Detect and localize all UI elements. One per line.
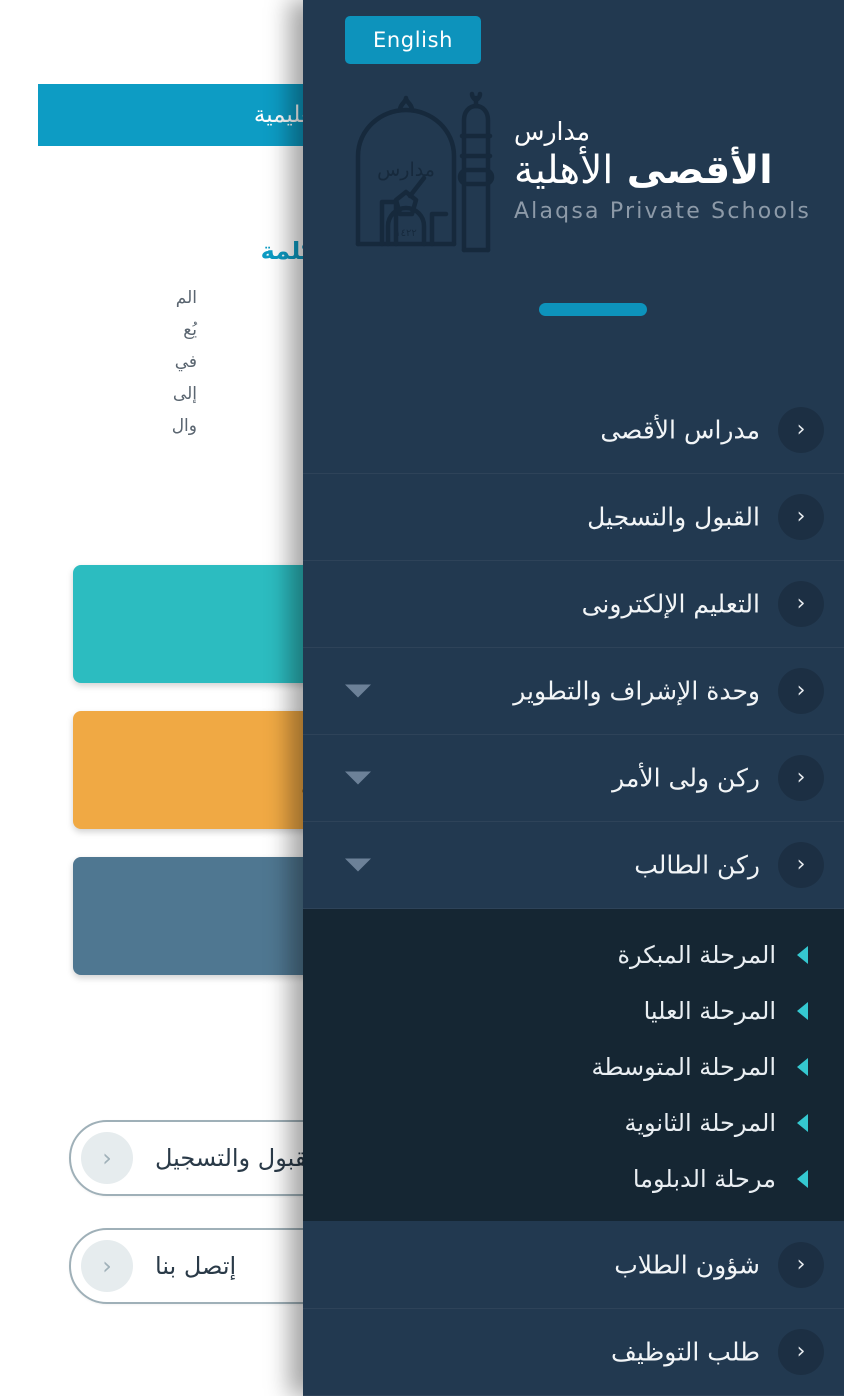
stage-card-title: المبكرة: [91, 594, 303, 625]
submenu-item-label: المرحلة العليا: [643, 997, 776, 1025]
quick-link-contact[interactable]: إتصل بنا ‹: [69, 1228, 303, 1304]
principal-message-text: الم يُع في إلى وال: [7, 287, 197, 447]
chevron-left-icon: ‹: [81, 1132, 133, 1184]
stage-card-early[interactable]: المبكرة المرحلة الإبتدائية: [73, 565, 303, 683]
menu-item-elearning[interactable]: ‹ التعليم الإلكترونى: [303, 561, 844, 648]
chevron-left-icon: ‹: [778, 407, 824, 453]
quick-link-label: القبول والتسجيل: [155, 1144, 303, 1172]
chevron-left-icon: ‹: [778, 494, 824, 540]
stage-card-subtitle: المرحلة الإبتدائية: [91, 628, 303, 654]
menu-item-student-affairs[interactable]: ‹ شؤون الطلاب: [303, 1221, 844, 1309]
stage-card-graduation[interactable]: [73, 857, 303, 975]
stage-card-middle[interactable]: المتوسطة دخول المرحلة المتوسطة: [73, 711, 303, 829]
chevron-left-icon: ‹: [778, 755, 824, 801]
language-switch-button[interactable]: English: [345, 16, 482, 64]
caret-down-icon[interactable]: [345, 771, 371, 785]
chevron-left-icon: ‹: [778, 842, 824, 888]
quick-link-admissions[interactable]: القبول والتسجيل ‹: [69, 1120, 303, 1196]
chevron-left-icon: ‹: [778, 668, 824, 714]
svg-text:مدارس: مدارس: [377, 159, 435, 181]
quick-link-label: إتصل بنا: [155, 1252, 237, 1280]
caret-left-icon: [797, 1002, 808, 1020]
menu-item-label: ركن ولى الأمر: [612, 763, 760, 793]
menu-item-label: شؤون الطلاب: [614, 1250, 760, 1280]
submenu-item-upper-stage[interactable]: المرحلة العليا: [303, 983, 844, 1039]
submenu-item-early-stage[interactable]: المرحلة المبكرة: [303, 927, 844, 983]
brand-arabic-small: مدارس: [513, 117, 590, 147]
caret-left-icon: [797, 1058, 808, 1076]
menu-item-supervision-development[interactable]: ‹ وحدة الإشراف والتطوير: [303, 648, 844, 735]
accent-divider: [539, 303, 647, 316]
chevron-left-icon: ‹: [778, 581, 824, 627]
student-corner-submenu: المرحلة المبكرة المرحلة العليا المرحلة ا…: [303, 909, 844, 1221]
svg-text:١٤٢٢: ١٤٢٢: [395, 228, 416, 239]
caret-left-icon: [797, 1170, 808, 1188]
menu-item-label: ركن الطالب: [634, 850, 760, 880]
stage-bar[interactable]: المراحل التعليمية: [38, 84, 303, 146]
menu-item-admissions[interactable]: ‹ القبول والتسجيل: [303, 474, 844, 561]
menu-item-parent-corner[interactable]: ‹ ركن ولى الأمر: [303, 735, 844, 822]
menu-item-employment-application[interactable]: ‹ طلب التوظيف: [303, 1309, 844, 1396]
submenu-item-label: المرحلة المبكرة: [617, 941, 776, 969]
submenu-item-label: مرحلة الدبلوما: [632, 1165, 776, 1193]
stage-card-title: المتوسطة: [91, 740, 303, 771]
navigation-drawer: English مدارس ١٤٢٢ مدارس الأقصى الأهلية …: [303, 0, 844, 1396]
drawer-header: English مدارس ١٤٢٢ مدارس الأقصى الأهلية …: [303, 0, 844, 386]
menu-item-label: القبول والتسجيل: [587, 502, 760, 532]
menu-item-label: مدراس الأقصى: [600, 415, 760, 445]
brand-arabic-main: الأقصى الأهلية: [514, 148, 811, 195]
drawer-menu-tail: ‹ شؤون الطلاب ‹ طلب التوظيف: [303, 1221, 844, 1396]
paragraph-line: إلى: [172, 383, 197, 404]
brand-arabic-bold: الأقصى: [626, 147, 773, 193]
stage-card-subtitle: دخول المرحلة المتوسطة: [91, 774, 303, 800]
submenu-item-label: المرحلة المتوسطة: [591, 1053, 776, 1081]
menu-item-label: التعليم الإلكترونى: [581, 589, 760, 619]
drawer-menu: ‹ مدراس الأقصى ‹ القبول والتسجيل ‹ التعل…: [303, 386, 844, 909]
menu-item-label: طلب التوظيف: [610, 1337, 760, 1367]
brand-english: Alaqsa Private Schools: [513, 198, 812, 224]
caret-left-icon: [797, 946, 808, 964]
menu-item-student-corner[interactable]: ‹ ركن الطالب: [303, 822, 844, 909]
caret-left-icon: [797, 1114, 808, 1132]
caret-down-icon[interactable]: [345, 684, 371, 698]
principal-message-title: كلمة: [260, 237, 303, 265]
menu-item-label: وحدة الإشراف والتطوير: [513, 676, 760, 706]
principal-message-block: كلمة الم يُع في إلى وال: [0, 225, 303, 525]
brand-block: مدارس ١٤٢٢ مدارس الأقصى الأهلية Alaqsa P…: [303, 82, 844, 258]
chevron-left-icon: ‹: [778, 1242, 824, 1288]
site-header: [0, 0, 303, 70]
quick-links: القبول والتسجيل ‹ إتصل بنا ‹: [0, 1120, 303, 1336]
brand-arabic-light: الأهلية: [513, 147, 614, 193]
menu-item-alaqsa-schools[interactable]: ‹ مدراس الأقصى: [303, 386, 844, 474]
stage-bar-label: المراحل التعليمية: [253, 102, 303, 128]
paragraph-line: في: [174, 351, 197, 372]
submenu-item-middle-stage[interactable]: المرحلة المتوسطة: [303, 1039, 844, 1095]
chevron-left-icon: ‹: [81, 1240, 133, 1292]
brand-text: مدارس الأقصى الأهلية Alaqsa Private Scho…: [514, 116, 811, 223]
background-page: المراحل التعليمية كلمة الم يُع في إلى وا…: [0, 0, 303, 1396]
caret-down-icon[interactable]: [345, 858, 371, 872]
chevron-left-icon: ‹: [778, 1329, 824, 1375]
paragraph-line: يُع: [183, 319, 197, 340]
submenu-item-secondary-stage[interactable]: المرحلة الثانوية: [303, 1095, 844, 1151]
submenu-item-label: المرحلة الثانوية: [624, 1109, 776, 1137]
mosque-dome-minaret-logo: مدارس ١٤٢٢: [336, 84, 496, 256]
paragraph-line: الم: [175, 288, 197, 308]
stage-cards: المبكرة المرحلة الإبتدائية المتوسطة دخول…: [0, 565, 303, 1003]
submenu-item-diploma-stage[interactable]: مرحلة الدبلوما: [303, 1151, 844, 1207]
paragraph-line: وال: [171, 415, 197, 436]
